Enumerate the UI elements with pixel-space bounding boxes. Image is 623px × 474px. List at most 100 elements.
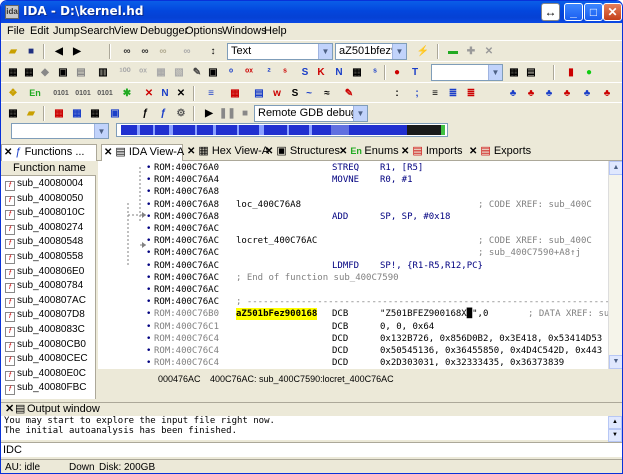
list-3-icon[interactable]: ≣ <box>463 86 479 101</box>
function-list-item[interactable]: f sub_400806E0 <box>5 265 84 279</box>
calc-icon[interactable]: ▦ <box>5 106 21 121</box>
output-scroll-down-icon[interactable]: ▼ <box>608 429 622 442</box>
menu-options[interactable]: Options <box>185 25 223 37</box>
dec-icon[interactable]: ² <box>261 65 277 80</box>
lightbulb-icon[interactable]: ❖ <box>5 86 21 101</box>
tab-enums[interactable]: ✕ En Enums <box>337 144 399 161</box>
pin-icon[interactable]: ● <box>389 65 405 80</box>
disassembly-line[interactable]: • ROM:400C76AC ; End of function sub_400C7… <box>98 272 608 284</box>
menu-file[interactable]: File <box>7 25 25 37</box>
binoculars-icon[interactable]: ∞ <box>119 44 135 59</box>
strings-icon[interactable]: ▦ <box>69 106 85 121</box>
wave-icon[interactable]: ~ <box>301 86 317 101</box>
binoculars-next-icon[interactable]: ∞ <box>137 44 153 59</box>
disassembly-vertical-scrollbar[interactable]: ▲ ▼ <box>608 161 622 369</box>
hide-icon[interactable]: ▥ <box>95 65 111 80</box>
tab-imports[interactable]: ✕ ▤ Imports <box>399 144 465 161</box>
disassembly-line[interactable]: • ROM:400C76AC <box>98 223 608 235</box>
disassembly-view[interactable]: • ROM:400C76A0 STREQ R1, [R5] • ROM:400C76A4 M… <box>98 161 608 369</box>
tree-2-icon[interactable]: ♣ <box>541 86 557 101</box>
w-icon[interactable]: w <box>269 86 285 101</box>
disassembly-line[interactable]: • ROM:400C76A8 <box>98 186 608 198</box>
close-button[interactable]: ✕ <box>603 3 622 21</box>
offset-icon[interactable]: ᵒˣ <box>241 65 257 80</box>
disassembly-line[interactable]: • ROM:400C76C4 DCD 0x2D303031, 0x32333435, … <box>98 357 608 369</box>
list-2-icon[interactable]: ≣ <box>445 86 461 101</box>
tab-close-icon[interactable]: ✕ <box>265 146 273 157</box>
function-list-item[interactable]: f sub_4008083C <box>5 323 85 337</box>
double-wave-icon[interactable]: ≈ <box>319 86 335 101</box>
decompile-icon[interactable]: ⚙ <box>173 106 189 121</box>
save-icon[interactable]: ■ <box>23 44 39 59</box>
semicolon-icon[interactable]: ; <box>409 86 425 101</box>
disassembly-line[interactable]: • ROM:400C76C4 DCD 0x132B726, 0x856D0B2, 0x… <box>98 333 608 345</box>
function-list-item[interactable]: f sub_40080050 <box>5 192 83 206</box>
struct-icon[interactable]: ▣ <box>55 65 71 80</box>
script-icon[interactable]: ▰ <box>23 106 39 121</box>
tree-5-icon[interactable]: ♣ <box>599 86 615 101</box>
maximize-button[interactable]: □ <box>584 3 603 21</box>
function-icon[interactable]: ƒ <box>137 106 153 121</box>
bin-dat-icon[interactable]: 0101 <box>75 86 91 101</box>
k-icon[interactable]: K <box>313 65 329 80</box>
bars-icon[interactable]: ≡ <box>427 86 443 101</box>
function-list-item[interactable]: f sub_40080CB0 <box>5 338 86 352</box>
disassembly-line[interactable]: • ROM:400C76AC <box>98 284 608 296</box>
seg-icon[interactable]: ˢ <box>277 65 293 80</box>
array-icon[interactable]: ▤ <box>73 65 89 80</box>
play-icon[interactable]: ▶ <box>201 106 217 121</box>
data-icon[interactable]: ▦ <box>21 65 37 80</box>
disassembly-line[interactable]: • ROM:400C76C1 DCB 0, 0, 0x64 <box>98 321 608 333</box>
segments-icon[interactable]: ▦ <box>87 106 103 121</box>
menu-view[interactable]: View <box>114 25 138 37</box>
tab-close-icon[interactable]: ✕ <box>4 147 12 158</box>
tab-close-icon[interactable]: ✕ <box>187 146 195 157</box>
text-search-combo[interactable]: Text ▼ <box>227 43 333 60</box>
function-list-item[interactable]: f sub_40080CEC <box>5 352 88 367</box>
n-bold-icon[interactable]: N <box>157 86 173 101</box>
tree-3-icon[interactable]: ♣ <box>559 86 575 101</box>
open-folder-icon[interactable]: ▰ <box>5 44 21 59</box>
output-scrollbar[interactable]: ▲ ▼ <box>608 416 622 442</box>
struct-var-icon[interactable]: ▦ <box>349 65 365 80</box>
struct-red-icon[interactable]: ▦ <box>227 86 243 101</box>
menu-help[interactable]: Help <box>264 25 287 37</box>
minimize-button[interactable]: _ <box>564 3 583 21</box>
tab-structures[interactable]: ✕ ▣ Structures <box>263 144 340 161</box>
tab-close-icon[interactable]: ✕ <box>469 146 477 157</box>
graph-icon[interactable]: ▦ <box>506 65 522 80</box>
jump-arrow-icon[interactable]: ↕ <box>205 44 221 59</box>
menu-search[interactable]: Search <box>80 25 115 37</box>
function-list-item[interactable]: f sub_40080E0C <box>5 367 86 381</box>
disassembly-line[interactable]: • ROM:400C76AC ; -------------------------… <box>98 296 608 308</box>
edit-icon[interactable]: ✎ <box>189 65 205 80</box>
tree-4-icon[interactable]: ♣ <box>579 86 595 101</box>
resize-arrows-icon[interactable]: ↔ <box>541 3 560 21</box>
menu-jump[interactable]: Jump <box>53 25 80 37</box>
function-list-item[interactable]: f sub_40080548 <box>5 235 83 250</box>
tab-close-icon[interactable]: ✕ <box>339 146 347 157</box>
disassembly-line[interactable]: • ROM:400C76AC locret_400C76AC ; CODE XREF:… <box>98 235 608 247</box>
scroll-up-arrow-icon[interactable]: ▲ <box>609 161 622 175</box>
disassembly-line[interactable]: • ROM:400C76AC ; sub_400C7590+A8↑j <box>98 247 608 259</box>
idc-command-line[interactable]: IDC <box>1 442 622 457</box>
menu-windows[interactable]: Windows <box>222 25 267 37</box>
function-list-item[interactable]: f sub_4008010C <box>5 206 85 221</box>
names-icon[interactable]: ▦ <box>51 106 67 121</box>
en-label-icon[interactable]: En <box>27 86 43 101</box>
scroll-down-arrow-icon[interactable]: ▼ <box>609 355 622 369</box>
function-list-item[interactable]: f sub_40080784 <box>5 279 83 294</box>
disassembly-line[interactable]: • ROM:400C76A8 loc_400C76A8 ; CODE XREF: su… <box>98 199 608 211</box>
flash-icon[interactable]: ⚡ <box>415 44 431 59</box>
list-icon[interactable]: ≡ <box>203 86 219 101</box>
t-icon[interactable]: T <box>407 65 423 80</box>
name-combo[interactable]: aZ501bfez900 ▼ <box>335 43 407 60</box>
tab-close-icon[interactable]: ✕ <box>401 146 409 157</box>
function-list-item[interactable]: f sub_400807D8 <box>5 308 85 323</box>
code-icon[interactable]: ▦ <box>5 65 21 80</box>
output-close-icon[interactable]: ✕ <box>5 403 14 416</box>
disassembly-line[interactable]: • ROM:400C76C4 DCD 0x50545136, 0x36455850, … <box>98 345 608 357</box>
bin-unk-icon[interactable]: 0101 <box>97 86 113 101</box>
tab-ida-view-a[interactable]: ✕ ▤ IDA View-A <box>101 144 184 161</box>
debug-icon[interactable]: ▮ <box>563 65 579 80</box>
